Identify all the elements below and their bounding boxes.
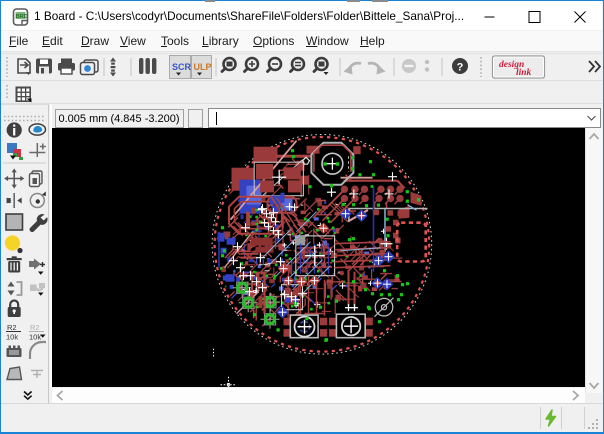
svg-text:?: ? <box>457 62 464 74</box>
svg-text:ULP: ULP <box>194 62 212 72</box>
svg-text:SCR: SCR <box>172 62 192 72</box>
svg-text:link: link <box>516 68 532 78</box>
svg-text:design: design <box>499 60 524 70</box>
svg-text:BRD: BRD <box>16 14 28 20</box>
